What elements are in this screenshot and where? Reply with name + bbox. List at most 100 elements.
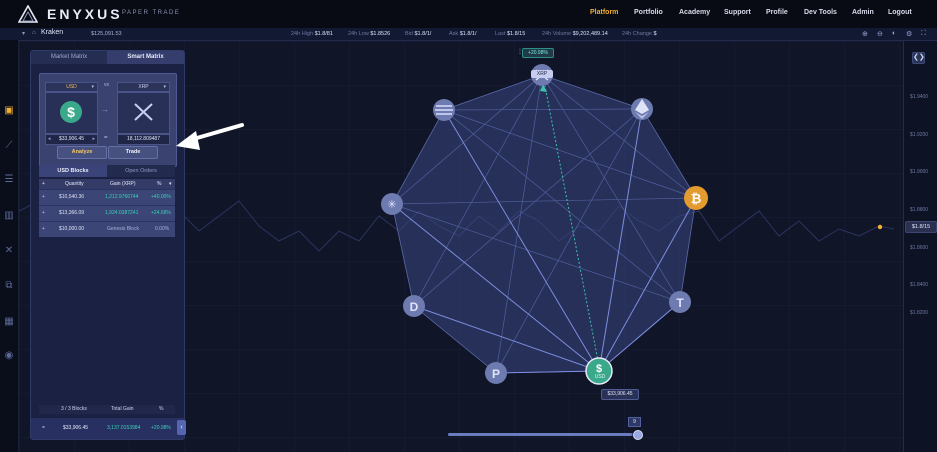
table-row[interactable]: + $10,540.36 1,212.9766744 +40.00%: [39, 189, 175, 205]
price-tick: $1.9400: [910, 94, 929, 100]
svg-text:D: D: [410, 300, 419, 314]
nav-profile[interactable]: Profile: [766, 9, 788, 16]
usd-node-label: USD: [594, 374, 606, 380]
col-pct[interactable]: %: [157, 179, 161, 189]
brand-subtitle: PAPER TRADE: [122, 10, 181, 16]
grid-icon[interactable]: ▦: [3, 316, 15, 328]
tab-usd-blocks[interactable]: USD Blocks: [39, 165, 107, 177]
chevron-down-icon[interactable]: ▾: [22, 30, 25, 37]
xrp-node-label: XRP: [531, 70, 553, 78]
node-tron-icon: T: [669, 291, 691, 313]
equals-label: =: [104, 135, 108, 141]
top-nav: ENYXUS PAPER TRADE Platform Portfolio Ac…: [0, 0, 937, 29]
node-stellar-icon: [433, 99, 455, 121]
svg-text:✳: ✳: [387, 198, 396, 211]
list-icon[interactable]: ☰: [3, 174, 15, 186]
node-ethereum-icon: [631, 98, 653, 120]
zoom-in-icon[interactable]: ⊕: [862, 30, 868, 38]
total-gain-label: Total Gain: [111, 406, 134, 412]
row-quantity: $13,366.09: [59, 210, 85, 216]
usd-node-amount: $33,906.45: [601, 389, 639, 400]
settings-icon[interactable]: ⚙: [906, 30, 912, 38]
col-gain[interactable]: Gain (XRP): [110, 179, 136, 189]
svg-text:P: P: [492, 367, 500, 381]
col-quantity[interactable]: Quantity: [65, 179, 84, 189]
axis-toggle-icon[interactable]: ❮❯: [912, 52, 925, 64]
price-tick: $1.8600: [910, 245, 929, 251]
summary-amount: $33,906.45: [63, 425, 89, 431]
to-coin-label: XRP: [138, 84, 149, 90]
collapse-panel-icon[interactable]: ‹: [177, 420, 186, 435]
stat-value: $1.8/81: [314, 31, 333, 37]
from-coin-box: $: [45, 92, 98, 134]
row-quantity: $10,000.00: [59, 226, 85, 232]
more-icon[interactable]: ⋮: [517, 48, 523, 55]
nav-admin[interactable]: Admin: [852, 9, 874, 16]
blocks-footer: 3 / 3 Blocks Total Gain %: [39, 405, 175, 414]
tab-market-matrix[interactable]: Market Matrix: [31, 51, 107, 64]
nav-platform[interactable]: Platform: [590, 9, 618, 16]
chevron-down-icon[interactable]: ▾: [169, 179, 172, 189]
increase-icon[interactable]: ▸: [92, 135, 95, 144]
nav-dev-tools[interactable]: Dev Tools: [804, 9, 837, 16]
row-gain: 1,212.9766744: [105, 194, 139, 200]
node-dash-icon: D: [403, 295, 425, 317]
gain-badge: +20.98%: [522, 48, 554, 58]
chevron-down-icon: ▾: [163, 84, 166, 90]
expand-icon[interactable]: +: [42, 222, 45, 237]
theme-icon[interactable]: ◐: [892, 30, 896, 37]
wallet-icon[interactable]: ▣: [3, 105, 15, 117]
chevron-down-icon: ▾: [91, 84, 94, 90]
node-bitcoin-icon: ₿: [684, 186, 708, 210]
depth-slider-fill: [448, 433, 632, 436]
crosshair-icon[interactable]: ✕: [3, 245, 15, 257]
bar-chart-icon[interactable]: ▥: [3, 210, 15, 222]
from-coin-label: USD: [66, 84, 77, 90]
to-coin-select[interactable]: XRP ▾: [117, 82, 170, 92]
exchange-name[interactable]: Kraken: [41, 29, 63, 36]
price-tick: $1.9200: [910, 132, 929, 138]
stat-label: 24h Low: [348, 31, 369, 37]
arrow-right-icon: →: [101, 105, 109, 114]
stat-value: $9,202,489.14: [572, 31, 608, 37]
candles-icon[interactable]: ⧉: [3, 280, 15, 292]
line-chart-icon[interactable]: ⟋: [3, 140, 15, 152]
depth-slider-handle[interactable]: [633, 430, 643, 440]
fullscreen-icon[interactable]: ⛶: [921, 30, 926, 38]
analyze-button[interactable]: Analyze: [57, 146, 107, 159]
node-cardano-icon: ✳: [381, 193, 403, 215]
svg-text:$: $: [67, 104, 75, 120]
decrease-icon[interactable]: ◂: [48, 135, 51, 144]
nav-portfolio[interactable]: Portfolio: [634, 9, 663, 16]
exchange-icon: ⌂: [32, 30, 36, 36]
summary-pct: +20.98%: [151, 425, 171, 431]
summary-row: = $33,906.45 3,137.0153984 +20.98%: [31, 418, 184, 439]
stat-value: $1.8/1/: [459, 31, 477, 37]
left-toolbar: ▣ ⟋ ☰ ▥ ✕ ⧉ ▦ ◉: [0, 40, 19, 452]
plus-icon[interactable]: +: [42, 179, 45, 189]
summary-eq: =: [42, 425, 45, 431]
nav-academy[interactable]: Academy: [679, 9, 710, 16]
node-polkadot-icon: P: [485, 362, 507, 384]
expand-icon[interactable]: +: [42, 206, 45, 221]
summary-gain: 3,137.0153984: [107, 425, 141, 431]
stat-label: Ask: [449, 31, 459, 37]
row-gain: 1,924.0387241: [105, 210, 139, 216]
expand-icon[interactable]: +: [42, 190, 45, 205]
stat-value: $: [653, 31, 657, 37]
from-coin-select[interactable]: USD ▾: [45, 82, 98, 92]
nav-support[interactable]: Support: [724, 9, 751, 16]
usd-coin-icon: $: [60, 101, 82, 123]
stat-value: $1.8526: [370, 31, 391, 37]
network-shape: [391, 74, 697, 374]
table-row[interactable]: + $13,366.09 1,924.0387241 +24.68%: [39, 205, 175, 221]
tab-smart-matrix[interactable]: Smart Matrix: [107, 51, 184, 64]
from-amount-field[interactable]: ◂ $33,906.45 ▸: [45, 134, 98, 145]
stat-value: $1.8/1/: [414, 31, 432, 37]
zoom-out-icon[interactable]: ⊖: [877, 30, 883, 38]
ticker-bar: ▾ ⌂ Kraken $125,091.53 24h High $1.8/81 …: [0, 28, 937, 41]
table-row[interactable]: + $10,000.00 Genesis Block 0.00%: [39, 221, 175, 237]
nav-logout[interactable]: Logout: [888, 9, 912, 16]
stat-label: Last: [495, 31, 506, 37]
eye-icon[interactable]: ◉: [3, 350, 15, 362]
